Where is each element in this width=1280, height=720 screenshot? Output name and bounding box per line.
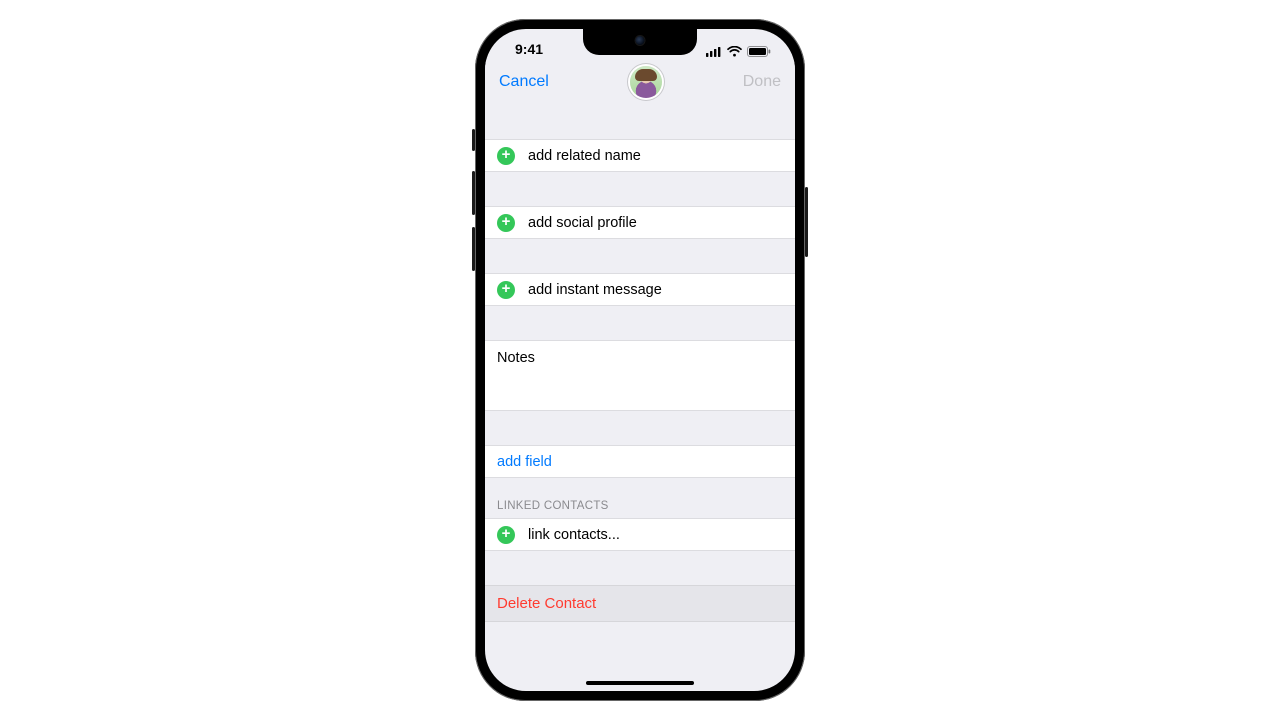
- add-icon: [497, 214, 515, 232]
- mute-switch: [472, 129, 475, 151]
- wifi-icon: [727, 46, 742, 57]
- add-field-label: add field: [497, 454, 552, 470]
- volume-up-button: [472, 171, 475, 215]
- add-field-row[interactable]: add field: [485, 445, 795, 478]
- screen: 9:41: [485, 29, 795, 691]
- cancel-button[interactable]: Cancel: [499, 73, 549, 91]
- edit-contact-content: add related name add social profile add …: [485, 105, 795, 691]
- add-icon: [497, 281, 515, 299]
- link-contacts-row[interactable]: link contacts...: [485, 518, 795, 551]
- add-related-name-label: add related name: [528, 148, 641, 164]
- add-social-profile-row[interactable]: add social profile: [485, 206, 795, 239]
- power-button: [805, 187, 808, 257]
- delete-contact-label: Delete Contact: [497, 595, 596, 612]
- nav-bar: Cancel Done: [485, 59, 795, 105]
- home-indicator: [586, 681, 694, 685]
- delete-contact-row[interactable]: Delete Contact: [485, 585, 795, 622]
- link-contacts-label: link contacts...: [528, 527, 620, 543]
- status-time: 9:41: [505, 41, 543, 57]
- contact-avatar[interactable]: [630, 66, 662, 98]
- add-social-profile-label: add social profile: [528, 215, 637, 231]
- battery-icon: [747, 46, 771, 57]
- add-icon: [497, 526, 515, 544]
- front-camera-icon: [636, 36, 645, 45]
- add-instant-message-row[interactable]: add instant message: [485, 273, 795, 306]
- notes-field[interactable]: Notes: [485, 340, 795, 411]
- cellular-icon: [706, 46, 722, 57]
- notes-label: Notes: [497, 350, 535, 366]
- done-button[interactable]: Done: [743, 73, 781, 91]
- add-related-name-row[interactable]: add related name: [485, 139, 795, 172]
- stage: 9:41: [0, 0, 1280, 720]
- add-instant-message-label: add instant message: [528, 282, 662, 298]
- volume-down-button: [472, 227, 475, 271]
- add-icon: [497, 147, 515, 165]
- notch: [583, 29, 697, 55]
- linked-contacts-header: LINKED CONTACTS: [485, 478, 795, 518]
- phone-frame: 9:41: [475, 19, 805, 701]
